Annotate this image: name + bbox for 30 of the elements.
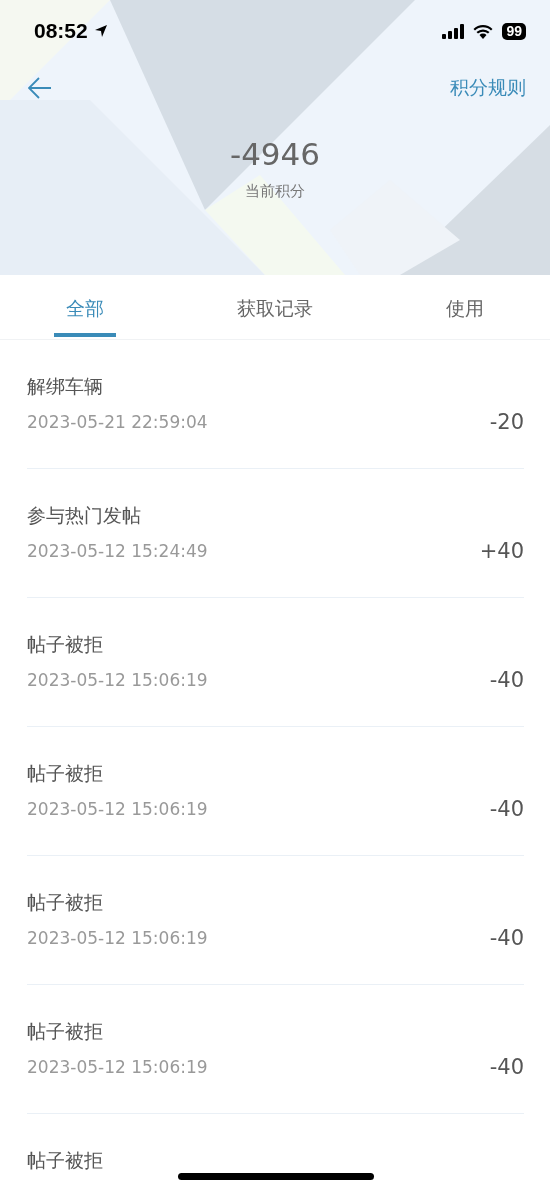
- points-change: +40: [479, 539, 524, 563]
- points-value: -4946: [229, 136, 321, 172]
- record-time: 2023-05-21 22:59:04: [27, 412, 208, 432]
- points-change: -40: [489, 797, 524, 821]
- wifi-icon: [472, 23, 495, 39]
- record-time: 2023-05-12 15:06:19: [27, 1057, 208, 1077]
- tab[interactable]: 使用: [433, 285, 496, 337]
- record-time: 2023-05-12 15:06:19: [27, 799, 208, 819]
- record-time: 2023-05-12 15:06:19: [27, 928, 208, 948]
- points-label: 当前积分: [245, 182, 305, 201]
- points-change: -20: [489, 410, 524, 434]
- status-time: 08:52: [34, 19, 88, 43]
- signal-icon: [442, 23, 467, 39]
- record-title: 参与热门发帖: [27, 503, 142, 528]
- points-change: -40: [489, 926, 524, 950]
- tab[interactable]: 全部: [54, 285, 117, 337]
- record-title: 帖子被拒: [27, 1019, 104, 1044]
- points-rules-link[interactable]: 积分规则: [450, 75, 526, 101]
- record-title: 帖子被拒: [27, 632, 104, 657]
- record-time: 2023-05-12 15:24:49: [27, 541, 208, 561]
- points-change: -40: [489, 668, 524, 692]
- back-button[interactable]: [26, 75, 54, 101]
- points-change: -40: [489, 1055, 524, 1079]
- location-icon: [93, 24, 108, 38]
- record-title: 帖子被拒: [27, 1148, 104, 1173]
- record-title: 帖子被拒: [27, 890, 104, 915]
- record-time: 2023-05-12 15:06:19: [27, 670, 208, 690]
- record-title: 解绑车辆: [27, 374, 104, 399]
- tab[interactable]: 获取记录: [225, 285, 325, 337]
- record-title: 帖子被拒: [27, 761, 104, 786]
